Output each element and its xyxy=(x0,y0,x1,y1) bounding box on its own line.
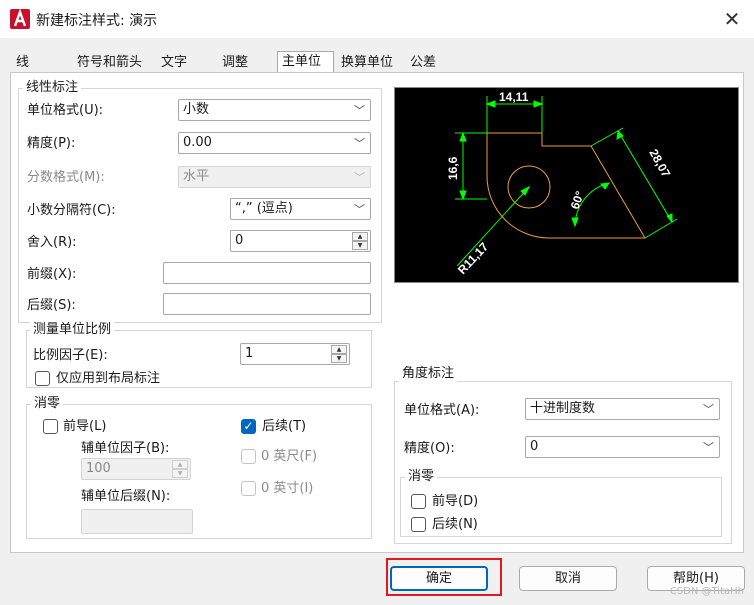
trailing-zero-checkbox[interactable]: ✓ xyxy=(241,419,256,434)
cancel-button[interactable]: 取消 xyxy=(519,566,617,591)
chevron-down-icon: ﹀ xyxy=(354,137,365,150)
sub-unit-suffix-input[interactable] xyxy=(81,509,193,534)
tab-alternate-units[interactable]: 换算单位 xyxy=(337,53,405,73)
leading-zero-checkbox[interactable] xyxy=(43,419,58,434)
unit-format-label: 单位格式(U): xyxy=(27,103,104,118)
fraction-format-select[interactable]: 水平 ﹀ xyxy=(178,166,371,188)
preview-dim-slant: 28,07 xyxy=(646,147,673,180)
tab-primary-units[interactable]: 主单位 xyxy=(277,51,334,74)
round-off-label: 舍入(R): xyxy=(27,235,77,250)
preview-dim-top: 14,11 xyxy=(499,90,529,104)
sub-unit-factor-input[interactable]: 100 ▲ ▼ xyxy=(81,458,191,480)
round-off-spinner[interactable]: ▲ ▼ xyxy=(352,232,368,250)
angular-trailing-checkbox[interactable] xyxy=(411,517,426,532)
chevron-down-icon: ﹀ xyxy=(354,171,365,184)
measurement-scale-title: 测量单位比例 xyxy=(30,322,115,338)
suffix-label: 后缀(S): xyxy=(27,298,76,313)
leading-zero-label: 前导(L) xyxy=(63,419,107,434)
prefix-input[interactable] xyxy=(163,262,371,284)
watermark: CSDN @TitaHh xyxy=(669,586,744,597)
preview-dim-left: 16,6 xyxy=(446,156,460,180)
ok-button-highlight xyxy=(386,558,502,596)
preview-dim-angle: 60° xyxy=(568,189,587,211)
angular-leading-label: 前导(D) xyxy=(432,494,479,509)
scale-factor-input[interactable]: 1 ▲ ▼ xyxy=(240,343,350,365)
angular-dimensions-title: 角度标注 xyxy=(399,366,458,382)
decimal-separator-select[interactable]: “,” (逗点) ﹀ xyxy=(230,198,371,220)
sub-unit-factor-label: 辅单位因子(B): xyxy=(81,441,170,456)
zero-feet-checkbox[interactable] xyxy=(241,449,256,464)
window-title: 新建标注样式: 演示 xyxy=(36,13,158,29)
angular-unit-format-select[interactable]: 十进制度数 ﹀ xyxy=(525,398,720,420)
angular-precision-label: 精度(O): xyxy=(404,441,455,456)
dimension-preview: 14,11 16,6 28,07 60° R11,17 xyxy=(394,87,739,283)
precision-select[interactable]: 0.00 ﹀ xyxy=(178,132,371,154)
round-off-input[interactable]: 0 ▲ ▼ xyxy=(230,230,371,252)
linear-dimensions-title: 线性标注 xyxy=(23,80,82,96)
suffix-input[interactable] xyxy=(163,293,371,315)
layout-only-label: 仅应用到布局标注 xyxy=(56,371,161,386)
angular-leading-checkbox[interactable] xyxy=(411,494,426,509)
close-button[interactable]: ✕ xyxy=(718,6,746,32)
scale-factor-spinner[interactable]: ▲ ▼ xyxy=(331,345,347,363)
layout-only-checkbox[interactable] xyxy=(35,371,50,386)
prefix-label: 前缀(X): xyxy=(27,267,77,282)
fraction-format-label: 分数格式(M): xyxy=(27,170,105,185)
trailing-zero-label: 后续(T) xyxy=(262,419,307,434)
angular-zero-suppression-title: 消零 xyxy=(405,469,438,485)
zero-inches-checkbox[interactable] xyxy=(241,481,256,496)
zero-feet-label: 0 英尺(F) xyxy=(261,449,318,464)
sub-unit-factor-spinner[interactable]: ▲ ▼ xyxy=(172,460,188,478)
tab-symbols-arrows[interactable]: 符号和箭头 xyxy=(73,53,155,73)
tab-lines[interactable]: 线 xyxy=(12,53,72,73)
tab-tolerances[interactable]: 公差 xyxy=(406,53,462,73)
preview-dim-radius: R11,17 xyxy=(455,239,491,277)
chevron-down-icon: ﹀ xyxy=(354,104,365,117)
sub-unit-suffix-label: 辅单位后缀(N): xyxy=(81,489,171,504)
chevron-down-icon: ﹀ xyxy=(703,403,714,416)
angular-precision-select[interactable]: 0 ﹀ xyxy=(525,436,720,458)
precision-label: 精度(P): xyxy=(27,136,76,151)
autocad-logo-icon xyxy=(10,8,30,29)
tab-fit[interactable]: 调整 xyxy=(218,53,276,73)
unit-format-select[interactable]: 小数 ﹀ xyxy=(178,99,371,121)
zero-suppression-title: 消零 xyxy=(31,396,64,412)
chevron-down-icon: ﹀ xyxy=(703,441,714,454)
tab-text[interactable]: 文字 xyxy=(157,53,217,73)
angular-unit-format-label: 单位格式(A): xyxy=(404,403,480,418)
chevron-down-icon: ﹀ xyxy=(354,203,365,216)
angular-trailing-label: 后续(N) xyxy=(432,517,478,532)
decimal-separator-label: 小数分隔符(C): xyxy=(27,203,116,218)
zero-inches-label: 0 英寸(I) xyxy=(261,481,314,496)
scale-factor-label: 比例因子(E): xyxy=(33,348,108,363)
